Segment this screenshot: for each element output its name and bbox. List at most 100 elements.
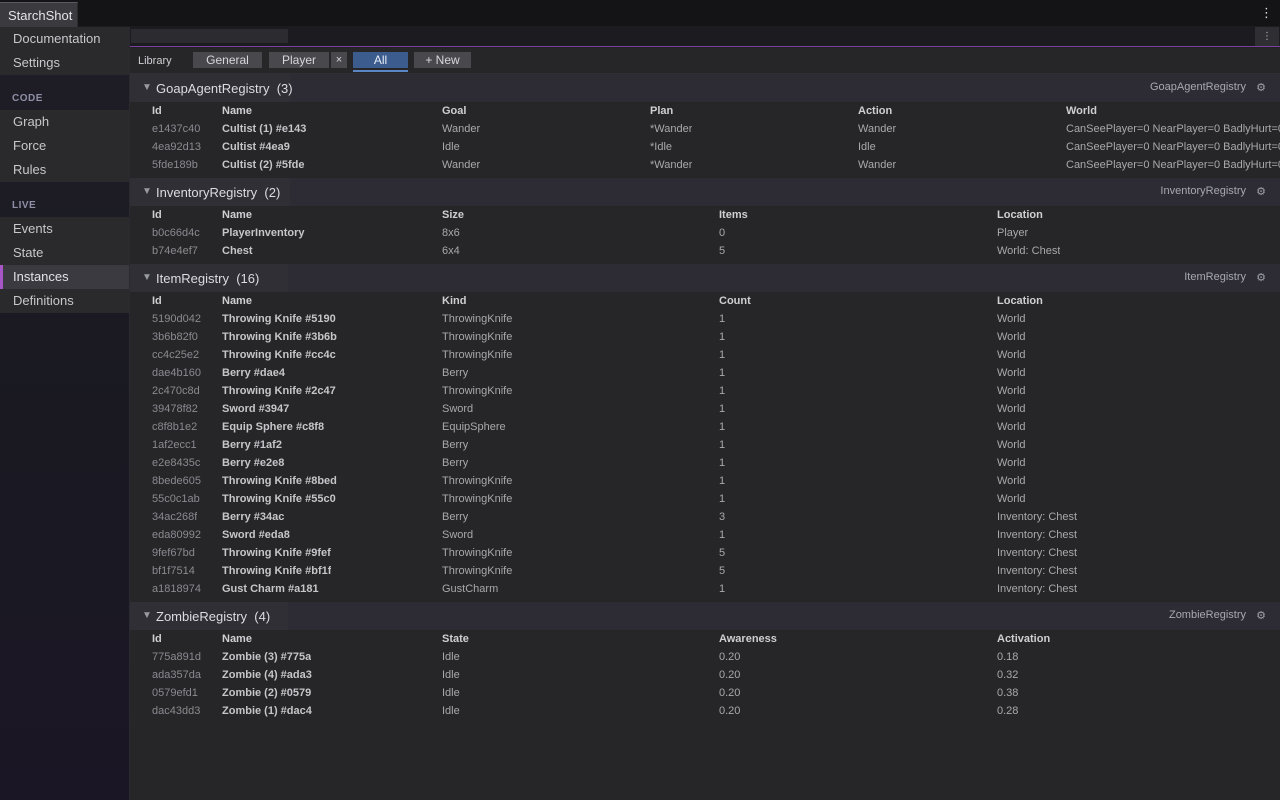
tab-general[interactable]: General [193, 52, 262, 68]
table-cell: Inventory: Chest [997, 547, 1078, 559]
column-header[interactable]: Location [997, 292, 1043, 310]
registry-settings-icon[interactable]: ⚙ [1256, 185, 1266, 198]
table-row[interactable]: 4ea92d13 Cultist #4ea9 Idle *Idle Idle CanSee… [130, 138, 1280, 156]
search-menu-icon[interactable]: ⋮ [1255, 27, 1279, 46]
sidebar-item-documentation[interactable]: Documentation [0, 27, 129, 51]
registry-section: ▼ ZombieRegistry (4) ZombieRegistry ⚙ Id Name… [130, 602, 1280, 720]
sidebar: Documentation Settings CODE Graph Force … [0, 27, 130, 800]
tab-bar: Library General Player × All + New [130, 48, 1280, 74]
sidebar-item-state[interactable]: State [0, 241, 129, 265]
column-header[interactable]: Id [152, 292, 162, 310]
column-header[interactable]: World [1066, 102, 1097, 120]
collapse-triangle-icon[interactable]: ▼ [142, 272, 152, 283]
tab-all[interactable]: All [353, 52, 408, 68]
table-cell: Inventory: Chest [997, 529, 1078, 541]
table-row[interactable]: 9fef67bd Throwing Knife #9fef ThrowingKnif… [130, 544, 1280, 562]
registry-settings-icon[interactable]: ⚙ [1256, 271, 1266, 284]
sidebar-item-graph[interactable]: Graph [0, 110, 129, 134]
column-header[interactable]: Activation [997, 630, 1050, 648]
table-row[interactable]: bf1f7514 Throwing Knife #bf1f ThrowingKnif… [130, 562, 1280, 580]
collapse-triangle-icon[interactable]: ▼ [142, 610, 152, 621]
table-row[interactable]: e1437c40 Cultist (1) #e143 Wander *Wander Wa… [130, 120, 1280, 138]
table-cell: Idle [442, 687, 460, 699]
column-header[interactable]: Location [997, 206, 1043, 224]
column-header[interactable]: Awareness [719, 630, 777, 648]
cell-id: 775a891d [152, 651, 201, 663]
table-row[interactable]: 0579efd1 Zombie (2) #0579 Idle 0.20 0.38 [130, 684, 1280, 702]
table-row[interactable]: 1af2ecc1 Berry #1af2 Berry 1 World [130, 436, 1280, 454]
column-header[interactable]: Id [152, 206, 162, 224]
app-menu-icon[interactable]: ⋮ [1260, 5, 1273, 20]
table-row[interactable]: 3b6b82f0 Throwing Knife #3b6b ThrowingKnif… [130, 328, 1280, 346]
table-cell: 1 [719, 349, 726, 361]
app-title[interactable]: StarchShot [0, 2, 78, 27]
registry-header[interactable]: ▼ ZombieRegistry (4) ZombieRegistry ⚙ [130, 602, 1280, 630]
column-header[interactable]: Name [222, 206, 252, 224]
new-tab-button[interactable]: + New [414, 52, 471, 68]
table-row[interactable]: e2e8435c Berry #e2e8 Berry 1 World [130, 454, 1280, 472]
registry-settings-icon[interactable]: ⚙ [1256, 609, 1266, 622]
table-row[interactable]: 39478f82 Sword #3947 Sword 1 World [130, 400, 1280, 418]
table-row[interactable]: 5190d042 Throwing Knife #5190 ThrowingKnif… [130, 310, 1280, 328]
cell-id: 0579efd1 [152, 687, 198, 699]
table-cell: 1 [719, 529, 726, 541]
column-header[interactable]: Name [222, 292, 252, 310]
sidebar-live-group: Events State Instances Definitions [0, 217, 129, 313]
registry-header[interactable]: ▼ InventoryRegistry (2) InventoryRegistry ⚙ [130, 178, 1280, 206]
cell-name: Zombie (2) #0579 [222, 687, 312, 699]
collapse-triangle-icon[interactable]: ▼ [142, 82, 152, 93]
column-header[interactable]: Name [222, 630, 252, 648]
table-row[interactable]: b74e4ef7 Chest 6x4 5 World: Chest [130, 242, 1280, 260]
cell-name: Cultist (1) #e143 [222, 123, 307, 135]
column-header[interactable]: Id [152, 630, 162, 648]
table-row[interactable]: b0c66d4c PlayerInventory 8x6 0 Player [130, 224, 1280, 242]
registry-settings-icon[interactable]: ⚙ [1256, 81, 1266, 94]
collapse-triangle-icon[interactable]: ▼ [142, 186, 152, 197]
table-cell: 1 [719, 385, 726, 397]
table-cell: 1 [719, 403, 726, 415]
tab-player[interactable]: Player [269, 52, 329, 68]
table-row[interactable]: 34ac268f Berry #34ac Berry 3 Inventory: Ches… [130, 508, 1280, 526]
table-cell: 1 [719, 313, 726, 325]
column-header[interactable]: Name [222, 102, 252, 120]
search-input[interactable] [131, 29, 288, 43]
column-header[interactable]: Count [719, 292, 751, 310]
cell-name: Sword #3947 [222, 403, 290, 415]
column-header[interactable]: Plan [650, 102, 673, 120]
registry-header[interactable]: ▼ GoapAgentRegistry (3) GoapAgentRegistry ⚙ [130, 74, 1280, 102]
sidebar-item-events[interactable]: Events [0, 217, 129, 241]
tab-player-close-icon[interactable]: × [331, 52, 347, 68]
table-row[interactable]: dac43dd3 Zombie (1) #dac4 Idle 0.20 0.28 [130, 702, 1280, 720]
cell-name: Zombie (3) #775a [222, 651, 312, 663]
registry-content: ▼ GoapAgentRegistry (3) GoapAgentRegistry ⚙… [130, 74, 1280, 800]
table-row[interactable]: 55c0c1ab Throwing Knife #55c0 ThrowingKnif… [130, 490, 1280, 508]
table-row[interactable]: 8bede605 Throwing Knife #8bed ThrowingKnif… [130, 472, 1280, 490]
table-row[interactable]: 5fde189b Cultist (2) #5fde Wander *Wander Wa… [130, 156, 1280, 174]
sidebar-item-instances[interactable]: Instances [0, 265, 129, 289]
column-header[interactable]: Items [719, 206, 748, 224]
table-row[interactable]: a1818974 Gust Charm #a181 GustCharm 1 Invent… [130, 580, 1280, 598]
column-header[interactable]: Size [442, 206, 464, 224]
column-header[interactable]: Goal [442, 102, 466, 120]
table-row[interactable]: c8f8b1e2 Equip Sphere #c8f8 EquipSphere 1 Wo… [130, 418, 1280, 436]
table-row[interactable]: ada357da Zombie (4) #ada3 Idle 0.20 0.32 [130, 666, 1280, 684]
column-header[interactable]: Action [858, 102, 892, 120]
column-header[interactable]: Id [152, 102, 162, 120]
table-row[interactable]: 2c470c8d Throwing Knife #2c47 ThrowingKnif… [130, 382, 1280, 400]
table-row[interactable]: cc4c25e2 Throwing Knife #cc4c ThrowingKnif… [130, 346, 1280, 364]
table-header-row: Id Name Kind Count Location [130, 292, 1280, 310]
sidebar-item-force[interactable]: Force [0, 134, 129, 158]
table-cell: Berry [442, 439, 469, 451]
table-cell: 1 [719, 421, 726, 433]
sidebar-item-definitions[interactable]: Definitions [0, 289, 129, 313]
registry-header[interactable]: ▼ ItemRegistry (16) ItemRegistry ⚙ [130, 264, 1280, 292]
table-row[interactable]: dae4b160 Berry #dae4 Berry 1 World [130, 364, 1280, 382]
table-row[interactable]: eda80992 Sword #eda8 Sword 1 Inventory: Ches… [130, 526, 1280, 544]
table-row[interactable]: 775a891d Zombie (3) #775a Idle 0.20 0.18 [130, 648, 1280, 666]
sidebar-item-settings[interactable]: Settings [0, 51, 129, 75]
table-cell: Inventory: Chest [997, 583, 1078, 595]
column-header[interactable]: Kind [442, 292, 466, 310]
table-cell: World [997, 331, 1026, 343]
sidebar-item-rules[interactable]: Rules [0, 158, 129, 182]
column-header[interactable]: State [442, 630, 469, 648]
